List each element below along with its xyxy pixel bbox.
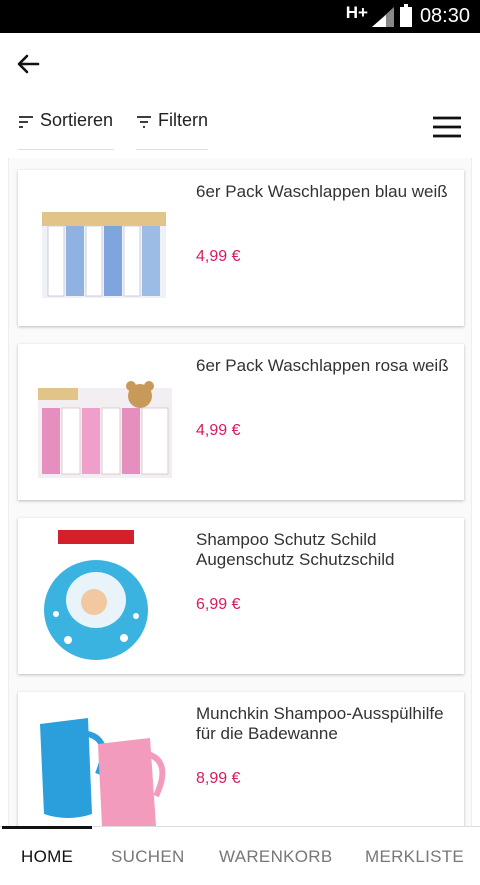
bottom-navigation: HOME SUCHEN WARENKORB MERKLISTE: [0, 826, 480, 885]
product-list[interactable]: 6er Pack Waschlappen blau weiß 4,99 € 6e…: [8, 158, 472, 826]
product-title: 6er Pack Waschlappen rosa weiß: [196, 356, 449, 375]
product-image: [40, 718, 166, 826]
sort-button[interactable]: Sortieren: [18, 110, 114, 150]
product-image: [44, 530, 148, 660]
network-type: H+: [345, 2, 368, 22]
nav-cart[interactable]: WARENKORB: [219, 847, 333, 867]
active-tab-indicator: [2, 826, 92, 829]
product-price: 6,99 €: [196, 596, 241, 613]
product-card[interactable]: Shampoo Schutz Schild Augenschutz Schutz…: [18, 518, 464, 674]
signal-icon: [371, 6, 394, 27]
product-title: Shampoo Schutz Schild Augenschutz Schutz…: [196, 530, 395, 569]
filter-button[interactable]: Filtern: [136, 110, 208, 150]
nav-search[interactable]: SUCHEN: [111, 847, 185, 867]
product-price: 4,99 €: [196, 248, 241, 265]
menu-icon[interactable]: [432, 116, 462, 138]
sort-label: Sortieren: [40, 110, 114, 130]
nav-wishlist[interactable]: MERKLISTE: [365, 847, 464, 867]
product-price: 8,99 €: [196, 770, 241, 787]
toolbar: Sortieren Filtern: [0, 100, 480, 150]
product-title: Munchkin Shampoo-Ausspülhilfe für die Ba…: [196, 704, 444, 743]
product-image: [38, 381, 172, 478]
nav-home[interactable]: HOME: [21, 847, 73, 867]
battery-icon: [399, 3, 412, 27]
product-image: [42, 212, 166, 298]
filter-icon: [136, 116, 151, 128]
product-card[interactable]: Munchkin Shampoo-Ausspülhilfe für die Ba…: [18, 692, 464, 826]
app-bar: [0, 33, 480, 93]
product-card[interactable]: 6er Pack Waschlappen blau weiß 4,99 €: [18, 170, 464, 326]
back-arrow-icon[interactable]: [14, 49, 44, 79]
product-card[interactable]: 6er Pack Waschlappen rosa weiß 4,99 €: [18, 344, 464, 500]
status-time: 08:30: [419, 5, 470, 27]
product-price: 4,99 €: [196, 422, 241, 439]
product-title: 6er Pack Waschlappen blau weiß: [196, 182, 448, 201]
sort-icon: [19, 116, 33, 128]
filter-label: Filtern: [157, 110, 208, 130]
status-bar: H+ 08:30: [0, 0, 480, 33]
